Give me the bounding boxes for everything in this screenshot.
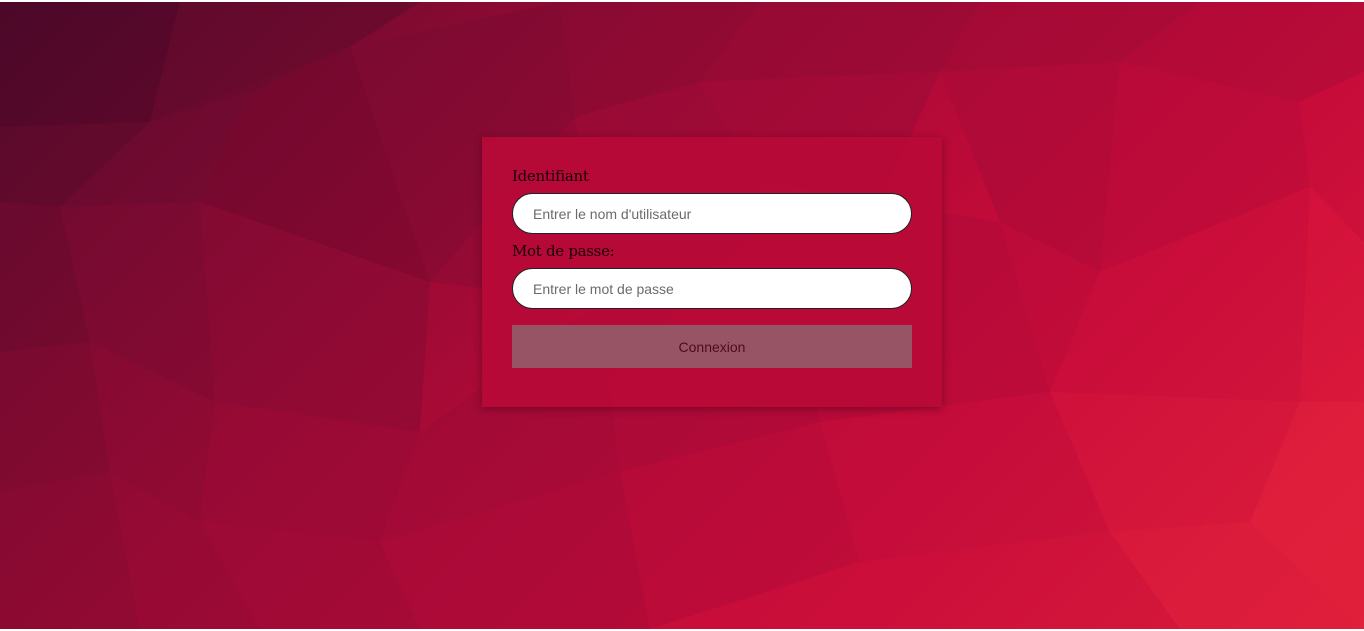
login-card: Identifiant Mot de passe: Connexion bbox=[482, 137, 942, 407]
username-label: Identifiant bbox=[512, 167, 589, 185]
password-input[interactable] bbox=[512, 268, 912, 309]
password-label: Mot de passe: bbox=[512, 242, 615, 260]
login-button[interactable]: Connexion bbox=[512, 325, 912, 368]
username-input[interactable] bbox=[512, 193, 912, 234]
